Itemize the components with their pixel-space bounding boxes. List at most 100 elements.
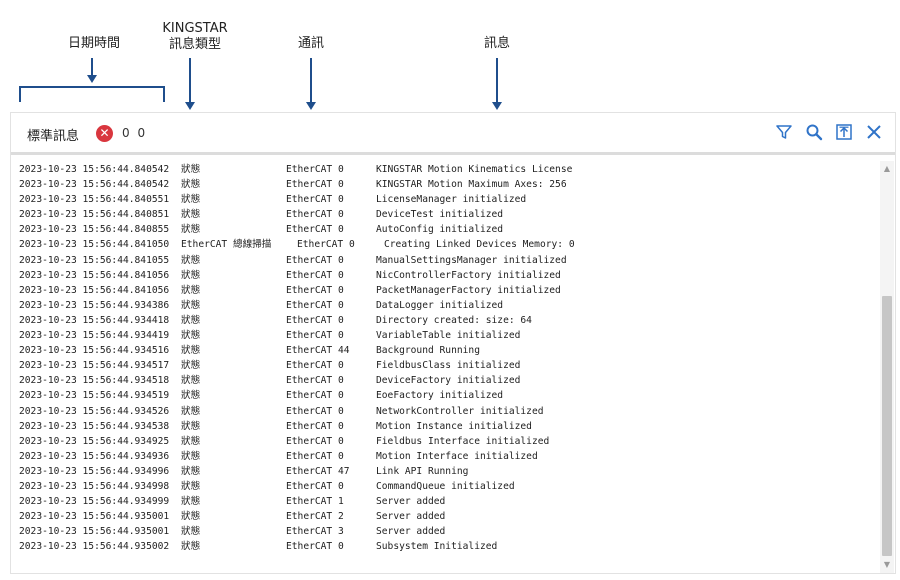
log-row[interactable]: 2023-10-23 15:56:44.934999 狀態 EtherCAT 1 Se… xyxy=(11,494,879,509)
search-button[interactable] xyxy=(803,121,825,143)
log-comm: EtherCAT 0 xyxy=(286,480,344,492)
log-row[interactable]: 2023-10-23 15:56:44.934518 狀態 EtherCAT 0 De… xyxy=(11,373,879,388)
export-button[interactable] xyxy=(833,121,855,143)
log-row[interactable]: 2023-10-23 15:56:44.935001 狀態 EtherCAT 2 Se… xyxy=(11,509,879,524)
log-row[interactable]: 2023-10-23 15:56:44.841056 狀態 EtherCAT 0 Ni… xyxy=(11,268,879,283)
log-type: 狀態 xyxy=(181,480,201,492)
log-row[interactable]: 2023-10-23 15:56:44.934996 狀態 EtherCAT 47 L… xyxy=(11,464,879,479)
log-type: 狀態 xyxy=(181,375,201,387)
log-message: ManualSettingsManager initialized xyxy=(376,254,567,266)
message-panel: 標準訊息 ✕ 0 0 2023-10-23 15:56:44.840542 狀態… xyxy=(10,112,896,574)
log-row[interactable]: 2023-10-23 15:56:44.841055 狀態 EtherCAT 0 Ma… xyxy=(11,253,879,268)
log-type: 狀態 xyxy=(181,420,201,432)
annotation-message-type: KINGSTAR 訊息類型 xyxy=(150,21,240,53)
log-type: 狀態 xyxy=(181,194,201,206)
log-row[interactable]: 2023-10-23 15:56:44.934925 狀態 EtherCAT 0 Fi… xyxy=(11,434,879,449)
log-row[interactable]: 2023-10-23 15:56:44.935001 狀態 EtherCAT 3 Se… xyxy=(11,524,879,539)
log-comm: EtherCAT 0 xyxy=(286,224,344,236)
log-time: 2023-10-23 15:56:44.934526 xyxy=(19,405,170,417)
log-message: Fieldbus Interface initialized xyxy=(376,435,550,447)
log-message: EoeFactory initialized xyxy=(376,390,504,402)
search-icon xyxy=(806,124,823,141)
log-comm: EtherCAT 47 xyxy=(286,465,350,477)
scroll-up-icon[interactable]: ▲ xyxy=(880,163,894,175)
close-button[interactable] xyxy=(863,121,885,143)
log-time: 2023-10-23 15:56:44.841050 xyxy=(19,239,170,251)
log-message: PacketManagerFactory initialized xyxy=(376,284,561,296)
log-message: DeviceTest initialized xyxy=(376,209,504,221)
log-row[interactable]: 2023-10-23 15:56:44.934538 狀態 EtherCAT 0 Mo… xyxy=(11,419,879,434)
log-time: 2023-10-23 15:56:44.934998 xyxy=(19,480,170,492)
log-comm: EtherCAT 0 xyxy=(286,360,344,372)
log-comm: EtherCAT 0 xyxy=(286,541,344,553)
log-time: 2023-10-23 15:56:44.934519 xyxy=(19,390,170,402)
log-message: LicenseManager initialized xyxy=(376,194,527,206)
log-message: NetworkController initialized xyxy=(376,405,544,417)
log-row[interactable]: 2023-10-23 15:56:44.934418 狀態 EtherCAT 0 Di… xyxy=(11,313,879,328)
log-comm: EtherCAT 2 xyxy=(286,511,344,523)
log-row[interactable]: 2023-10-23 15:56:44.934526 狀態 EtherCAT 0 Ne… xyxy=(11,404,879,419)
log-message: Background Running xyxy=(376,345,480,357)
log-row[interactable]: 2023-10-23 15:56:44.840551 狀態 EtherCAT 0 Li… xyxy=(11,192,879,207)
log-type: 狀態 xyxy=(181,405,201,417)
scroll-down-icon[interactable]: ▼ xyxy=(880,559,894,571)
log-time: 2023-10-23 15:56:44.935001 xyxy=(19,526,170,538)
log-row[interactable]: 2023-10-23 15:56:44.934386 狀態 EtherCAT 0 Da… xyxy=(11,298,879,313)
log-row[interactable]: 2023-10-23 15:56:44.934517 狀態 EtherCAT 0 Fi… xyxy=(11,358,879,373)
log-type: 狀態 xyxy=(181,541,201,553)
panel-toolbar: 標準訊息 ✕ 0 0 xyxy=(11,113,895,155)
close-icon xyxy=(867,125,881,139)
log-type: 狀態 xyxy=(181,224,201,236)
log-row[interactable]: 2023-10-23 15:56:44.935002 狀態 EtherCAT 0 Su… xyxy=(11,539,879,554)
log-row[interactable]: 2023-10-23 15:56:44.934998 狀態 EtherCAT 0 Co… xyxy=(11,479,879,494)
log-comm: EtherCAT 0 xyxy=(286,390,344,402)
log-time: 2023-10-23 15:56:44.934517 xyxy=(19,360,170,372)
log-row[interactable]: 2023-10-23 15:56:44.840855 狀態 EtherCAT 0 Au… xyxy=(11,222,879,237)
log-message: KINGSTAR Motion Kinematics License xyxy=(376,164,573,175)
log-message: KINGSTAR Motion Maximum Axes: 256 xyxy=(376,179,567,191)
log-list: 2023-10-23 15:56:44.840542 狀態 EtherCAT 0 KI… xyxy=(11,158,879,573)
log-comm: EtherCAT 0 xyxy=(286,314,344,326)
log-message: Motion Instance initialized xyxy=(376,420,532,432)
annotation-datetime: 日期時間 xyxy=(67,36,120,51)
log-message: Subsystem Initialized xyxy=(376,541,498,553)
log-message: DataLogger initialized xyxy=(376,299,504,311)
log-row[interactable]: 2023-10-23 15:56:44.840542 狀態 EtherCAT 0 KI… xyxy=(11,177,879,192)
error-x-icon[interactable]: ✕ xyxy=(96,125,113,142)
filter-button[interactable] xyxy=(773,121,795,143)
log-type: 狀態 xyxy=(181,299,201,311)
log-message: VariableTable initialized xyxy=(376,330,521,342)
log-row[interactable]: 2023-10-23 15:56:44.840851 狀態 EtherCAT 0 De… xyxy=(11,207,879,222)
log-type: 狀態 xyxy=(181,360,201,372)
log-type: 狀態 xyxy=(181,526,201,538)
vertical-scrollbar[interactable]: ▲ ▼ xyxy=(880,161,894,573)
log-type: EtherCAT 總線掃描 xyxy=(181,239,272,251)
log-row[interactable]: 2023-10-23 15:56:44.934419 狀態 EtherCAT 0 Va… xyxy=(11,328,879,343)
log-type: 狀態 xyxy=(181,269,201,281)
log-type: 狀態 xyxy=(181,496,201,508)
log-row[interactable]: 2023-10-23 15:56:44.841050 EtherCAT 總線掃描 E… xyxy=(11,237,879,252)
log-time: 2023-10-23 15:56:44.841056 xyxy=(19,284,170,296)
log-type: 狀態 xyxy=(181,330,201,342)
panel-title: 標準訊息 xyxy=(27,129,80,144)
log-row[interactable]: 2023-10-23 15:56:44.934519 狀態 EtherCAT 0 Eo… xyxy=(11,388,879,403)
log-time: 2023-10-23 15:56:44.934518 xyxy=(19,375,170,387)
log-comm: EtherCAT 44 xyxy=(286,345,350,357)
log-comm: EtherCAT 1 xyxy=(286,496,344,508)
export-icon xyxy=(836,124,852,140)
log-row[interactable]: 2023-10-23 15:56:44.841056 狀態 EtherCAT 0 Pa… xyxy=(11,283,879,298)
log-comm: EtherCAT 0 xyxy=(286,194,344,206)
log-message: FieldbusClass initialized xyxy=(376,360,521,372)
log-row[interactable]: 2023-10-23 15:56:44.934516 狀態 EtherCAT 44 B… xyxy=(11,343,879,358)
log-time: 2023-10-23 15:56:44.934996 xyxy=(19,465,170,477)
log-row[interactable]: 2023-10-23 15:56:44.934936 狀態 EtherCAT 0 Mo… xyxy=(11,449,879,464)
log-row[interactable]: 2023-10-23 15:56:44.840542 狀態 EtherCAT 0 KI… xyxy=(11,162,879,177)
arrow-message-type xyxy=(185,58,195,110)
log-time: 2023-10-23 15:56:44.935001 xyxy=(19,511,170,523)
scrollbar-thumb[interactable] xyxy=(882,296,892,556)
log-time: 2023-10-23 15:56:44.840551 xyxy=(19,194,170,206)
log-type: 狀態 xyxy=(181,465,201,477)
log-message: CommandQueue initialized xyxy=(376,480,515,492)
log-time: 2023-10-23 15:56:44.840542 xyxy=(19,164,170,175)
log-comm: EtherCAT 0 xyxy=(286,284,344,296)
